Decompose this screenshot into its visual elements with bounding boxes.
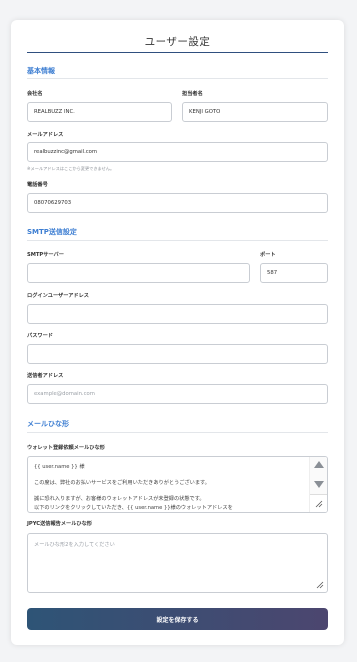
password-label: パスワード — [27, 333, 53, 339]
template-line: 誠に恐れ入りますが、お客様のウォレットアドレスが未登録の状態です。 — [34, 496, 205, 502]
resize-handle-icon[interactable] — [316, 581, 324, 589]
template-line: この度は、弊社のお払いサービスをご利用いただきありがとうございます。 — [34, 480, 210, 486]
email-label: メールアドレス — [27, 132, 64, 138]
section-divider-smtp — [27, 240, 328, 241]
company-input[interactable]: REALBUZZ INC. — [27, 102, 172, 122]
wallet-template-label: ウォレット登録依頼メールひな形 — [27, 445, 105, 451]
smtp-server-input[interactable] — [27, 263, 250, 283]
jpyc-template-label: JPYC送信報告メールひな形 — [27, 521, 92, 527]
port-label: ポート — [260, 252, 276, 258]
password-input[interactable] — [27, 344, 328, 364]
port-input[interactable]: 587 — [260, 263, 328, 283]
page-title: ユーザー設定 — [144, 36, 211, 48]
save-settings-button[interactable]: 設定を保存する — [27, 608, 328, 630]
section-title-templates: メールひな形 — [27, 420, 69, 428]
resize-handle-icon[interactable] — [315, 500, 323, 508]
sender-label: 送信者アドレス — [27, 373, 64, 379]
resize-corner[interactable] — [310, 494, 327, 512]
person-label: 担当者名 — [182, 91, 203, 97]
email-input[interactable]: realbuzzinc@gmail.com — [27, 142, 328, 162]
section-title-basic: 基本情報 — [27, 67, 55, 75]
sender-input[interactable]: example@domain.com — [27, 384, 328, 404]
jpyc-template-placeholder: メールひな形2を入力してください — [34, 542, 115, 548]
scroll-down-icon[interactable] — [314, 481, 324, 488]
settings-card: ユーザー設定 基本情報 会社名 REALBUZZ INC. 担当者名 KENJI… — [11, 20, 344, 645]
title-divider — [27, 52, 328, 53]
login-label: ログインユーザーアドレス — [27, 293, 89, 299]
company-label: 会社名 — [27, 91, 43, 97]
template-line: {{ user.name }} 様 — [34, 464, 85, 470]
template-line: 以下のリンクをクリックしていただき、{{ user.name }}様のウォレット… — [34, 505, 233, 511]
smtp-server-label: SMTPサーバー — [27, 252, 64, 258]
textarea-scrollbar[interactable] — [309, 457, 327, 512]
scroll-up-icon[interactable] — [314, 461, 324, 468]
jpyc-template-textarea[interactable]: メールひな形2を入力してください — [27, 533, 328, 593]
section-divider-basic — [27, 78, 328, 79]
login-input[interactable] — [27, 304, 328, 324]
email-hint: ※メールアドレスはここから変更できません。 — [27, 166, 115, 171]
section-title-smtp: SMTP送信設定 — [27, 228, 77, 236]
wallet-template-textarea[interactable]: {{ user.name }} 様 この度は、弊社のお払いサービスをご利用いただ… — [27, 456, 328, 513]
section-divider-templates — [27, 432, 328, 433]
phone-label: 電話番号 — [27, 182, 48, 188]
phone-input[interactable]: 08070629703 — [27, 193, 328, 213]
person-input[interactable]: KENJI GOTO — [182, 102, 328, 122]
